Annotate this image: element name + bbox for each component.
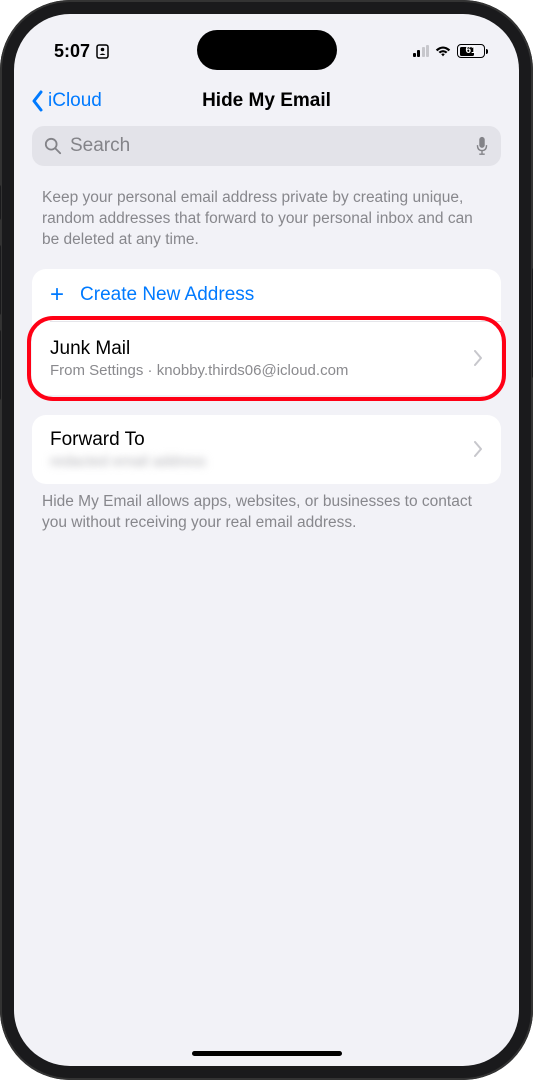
- search-input[interactable]: [70, 135, 467, 157]
- battery-indicator: 61: [457, 44, 485, 58]
- alias-title: Junk Mail: [50, 338, 483, 360]
- silent-switch: [0, 185, 1, 220]
- chevron-right-icon: [474, 350, 483, 366]
- dynamic-island: [197, 30, 337, 70]
- volume-down-button: [0, 330, 1, 400]
- search-bar[interactable]: [32, 126, 501, 166]
- phone-frame: 5:07 61: [0, 0, 533, 1080]
- footer-description: Hide My Email allows apps, websites, or …: [32, 484, 501, 534]
- status-time-group: 5:07: [54, 41, 109, 62]
- intro-description: Keep your personal email address private…: [32, 166, 501, 269]
- create-label: Create New Address: [80, 284, 254, 306]
- forward-title: Forward To: [50, 429, 483, 451]
- back-button[interactable]: iCloud: [30, 90, 102, 112]
- forward-card: Forward To redacted email address: [32, 415, 501, 484]
- cellular-signal-icon: [413, 45, 430, 57]
- content-area: Keep your personal email address private…: [14, 124, 519, 534]
- back-label: iCloud: [48, 90, 102, 112]
- phone-screen: 5:07 61: [14, 14, 519, 1066]
- forward-email: redacted email address: [50, 453, 483, 470]
- status-time: 5:07: [54, 41, 90, 62]
- plus-icon: +: [50, 283, 64, 307]
- addresses-card: + Create New Address Junk Mail From Sett…: [32, 269, 501, 395]
- create-new-address-button[interactable]: + Create New Address: [32, 269, 501, 321]
- alias-subtitle: From Settings · knobby.thirds06@icloud.c…: [50, 362, 483, 379]
- alias-row-junk-mail[interactable]: Junk Mail From Settings · knobby.thirds0…: [32, 322, 501, 395]
- chevron-left-icon: [30, 90, 44, 112]
- volume-up-button: [0, 245, 1, 315]
- home-indicator[interactable]: [192, 1051, 342, 1056]
- forward-to-row[interactable]: Forward To redacted email address: [32, 415, 501, 484]
- nav-bar: iCloud Hide My Email: [14, 78, 519, 124]
- contact-card-icon: [96, 44, 109, 59]
- chevron-right-icon: [474, 441, 483, 457]
- search-icon: [44, 137, 62, 155]
- status-icons: 61: [413, 44, 486, 58]
- mic-icon[interactable]: [475, 136, 489, 156]
- wifi-icon: [434, 44, 452, 58]
- battery-percentage: 61: [458, 45, 484, 57]
